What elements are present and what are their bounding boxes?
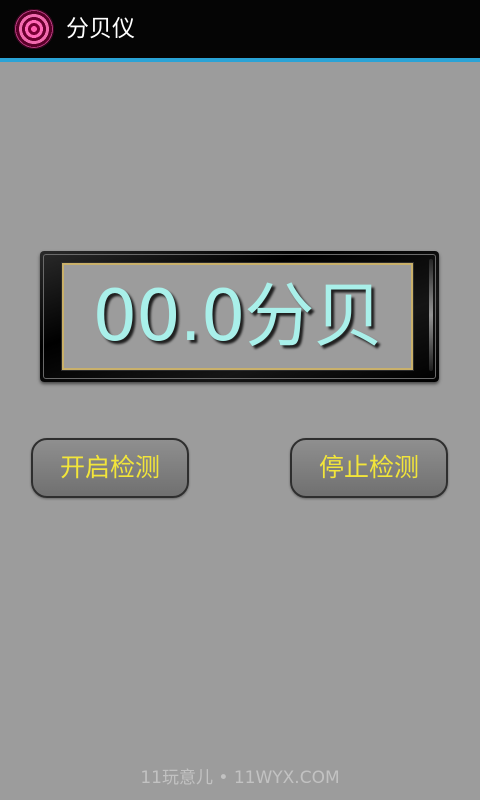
decibel-meter-display: 00.0分贝 (40, 251, 439, 382)
meter-panel: 00.0分贝 (61, 262, 414, 371)
decibel-reading: 00.0分贝 (92, 275, 384, 357)
title-bar: 分贝仪 (0, 0, 480, 58)
watermark: 11玩意儿 • 11WYX.COM (140, 768, 340, 788)
frame-highlight (429, 259, 433, 371)
stop-detection-button[interactable]: 停止检测 (290, 438, 448, 498)
app-logo-icon (14, 9, 54, 49)
title-bar-divider (0, 58, 480, 62)
start-detection-button[interactable]: 开启检测 (31, 438, 189, 498)
app-title: 分贝仪 (66, 16, 135, 42)
